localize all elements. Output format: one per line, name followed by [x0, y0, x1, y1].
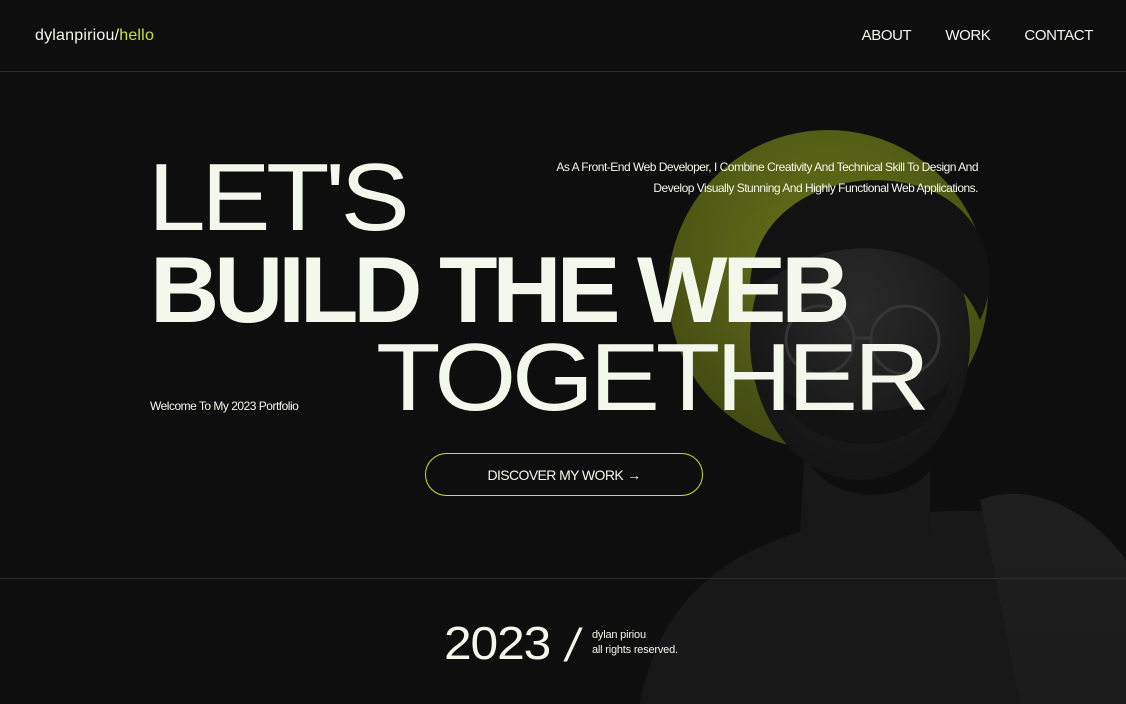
hero-intro-line-1: As A Front-End Web Developer, I Combine … [556, 160, 978, 174]
footer-rights: all rights reserved. [592, 644, 678, 656]
nav-work[interactable]: WORK [945, 27, 990, 44]
discover-work-label: DISCOVER MY WORK [487, 466, 624, 483]
hero-title-line-3: TOGETHER [376, 324, 930, 431]
welcome-text: Welcome To My 2023 Portfolio [150, 399, 299, 413]
page: dylanpiriou/hello ABOUT WORK CONTACT LET… [0, 0, 1126, 704]
arrow-right-icon: → [627, 466, 641, 483]
hero-intro-line-2: Develop Visually Stunning And Highly Fun… [653, 181, 978, 195]
logo-accent: hello [119, 26, 155, 44]
discover-work-button[interactable]: DISCOVER MY WORK → [425, 453, 703, 496]
hero-intro: As A Front-End Web Developer, I Combine … [478, 157, 978, 199]
footer-meta: dylan piriou all rights reserved. [592, 628, 678, 658]
hero-title-line-2: BUILD THE WEB [150, 237, 850, 342]
site-logo[interactable]: dylanpiriou/hello [35, 27, 154, 45]
footer-slash: / [566, 619, 579, 671]
nav-contact[interactable]: CONTACT [1024, 27, 1093, 44]
logo-name: dylanpiriou/ [35, 26, 120, 44]
nav-about[interactable]: ABOUT [862, 27, 912, 44]
main-nav: ABOUT WORK CONTACT [862, 27, 1094, 44]
hero-title-line-1: LET'S [148, 144, 410, 251]
footer-name: dylan piriou [592, 629, 646, 641]
site-header: dylanpiriou/hello ABOUT WORK CONTACT [0, 0, 1126, 72]
footer-divider [0, 578, 1126, 579]
footer-year: 2023 [444, 617, 551, 669]
